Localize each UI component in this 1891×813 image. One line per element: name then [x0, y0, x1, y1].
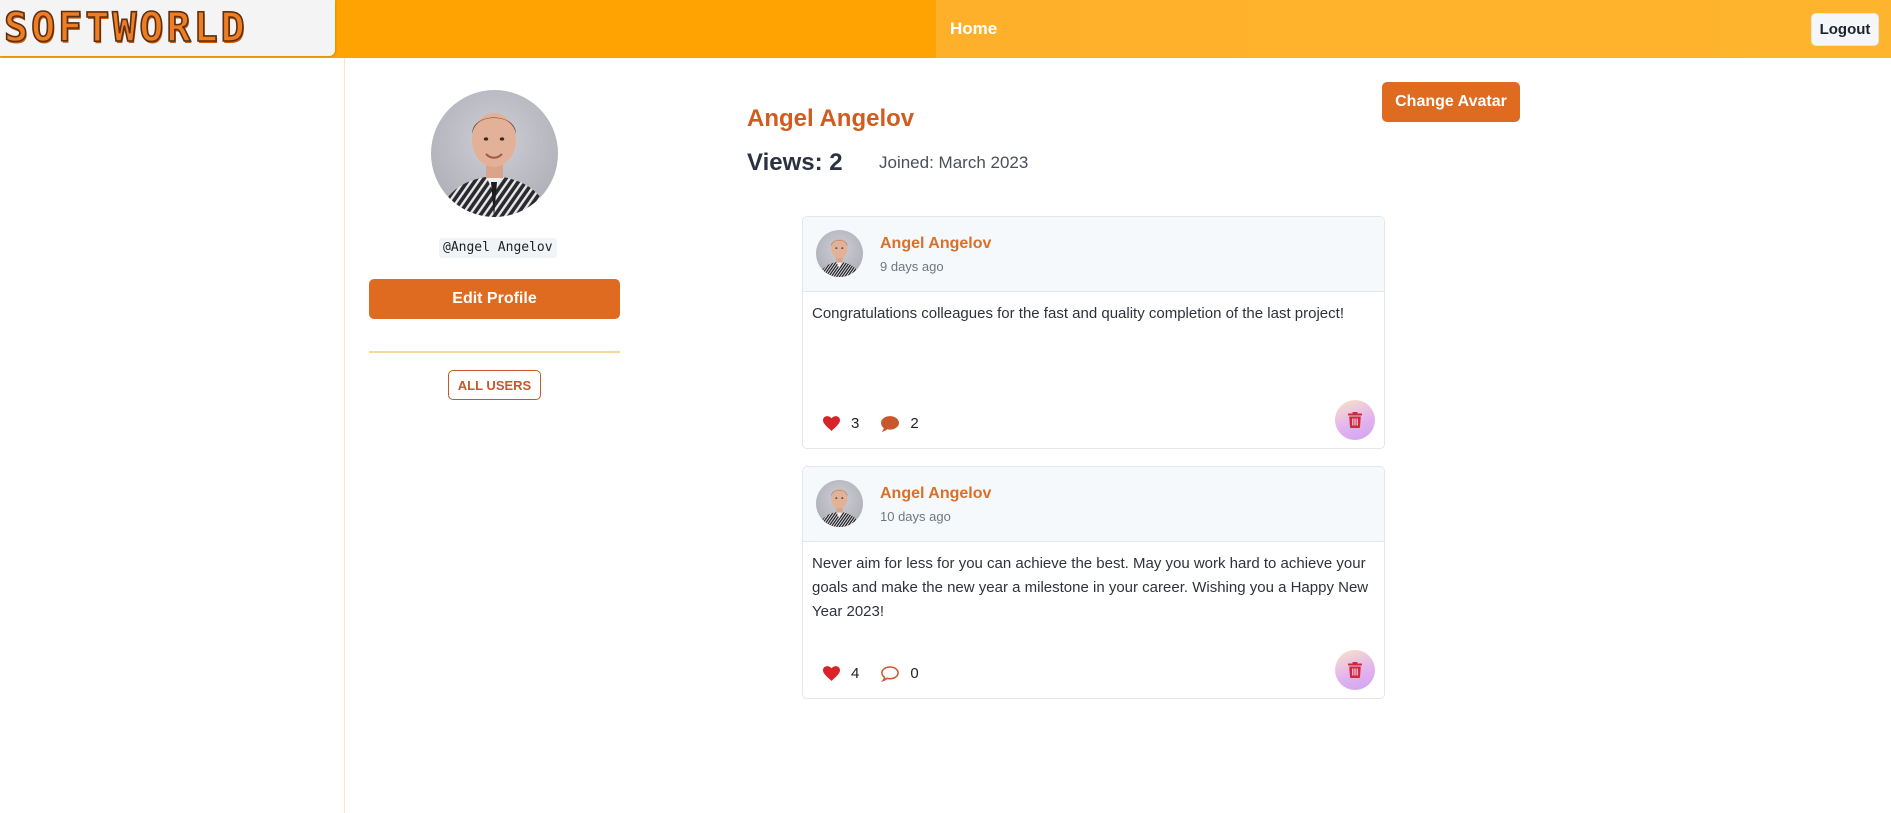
- username-tag: @Angel Angelov: [439, 238, 557, 258]
- heart-icon: [823, 416, 840, 431]
- post-author-name[interactable]: Angel Angelov: [880, 235, 991, 253]
- nav-home-link[interactable]: Home: [950, 19, 997, 39]
- like-count: 3: [851, 415, 860, 432]
- change-avatar-button[interactable]: Change Avatar: [1382, 82, 1520, 122]
- trash-icon: [1348, 412, 1362, 428]
- comment-button[interactable]: 0: [881, 665, 919, 682]
- avatar-photo-icon: [431, 90, 558, 217]
- post-header: Angel Angelov 9 days ago: [803, 217, 1384, 292]
- post-actions: 3 2: [823, 415, 919, 432]
- post-author-name[interactable]: Angel Angelov: [880, 485, 991, 503]
- profile-joined: Joined: March 2023: [879, 153, 1029, 172]
- sidebar-separator: [369, 351, 620, 353]
- avatar-photo-icon: [816, 480, 863, 527]
- comment-button[interactable]: 2: [881, 415, 919, 432]
- comment-filled-icon: [881, 415, 900, 432]
- post-header: Angel Angelov 10 days ago: [803, 467, 1384, 542]
- like-button[interactable]: 3: [823, 415, 859, 432]
- comment-outline-icon: [881, 665, 900, 682]
- all-users-button[interactable]: ALL USERS: [448, 370, 541, 400]
- top-navbar: SOFTWORLD Home Logout: [0, 0, 1891, 58]
- like-count: 4: [851, 665, 860, 682]
- post-card: Angel Angelov 9 days ago Congratulations…: [802, 216, 1385, 449]
- profile-name: Angel Angelov: [747, 105, 915, 132]
- heart-icon: [823, 666, 840, 681]
- post-timestamp: 9 days ago: [880, 259, 944, 274]
- logo[interactable]: SOFTWORLD: [0, 0, 335, 56]
- edit-profile-button[interactable]: Edit Profile: [369, 279, 620, 319]
- sidebar-divider: [344, 58, 345, 813]
- post-text: Never aim for less for you can achieve t…: [812, 555, 1369, 620]
- like-button[interactable]: 4: [823, 665, 859, 682]
- profile-avatar: [431, 90, 558, 217]
- logout-button[interactable]: Logout: [1811, 13, 1879, 46]
- delete-post-button[interactable]: [1335, 650, 1375, 690]
- profile-views: Views: 2: [747, 149, 843, 176]
- comment-count: 0: [910, 665, 919, 682]
- trash-icon: [1348, 662, 1362, 678]
- post-text: Congratulations colleagues for the fast …: [812, 305, 1344, 322]
- delete-post-button[interactable]: [1335, 400, 1375, 440]
- post-author-avatar[interactable]: [816, 230, 863, 277]
- post-timestamp: 10 days ago: [880, 509, 951, 524]
- logo-text: SOFTWORLD: [3, 5, 248, 51]
- avatar-photo-icon: [816, 230, 863, 277]
- post-actions: 4 0: [823, 665, 919, 682]
- post-author-avatar[interactable]: [816, 480, 863, 527]
- comment-count: 2: [910, 415, 919, 432]
- post-card: Angel Angelov 10 days ago Never aim for …: [802, 466, 1385, 699]
